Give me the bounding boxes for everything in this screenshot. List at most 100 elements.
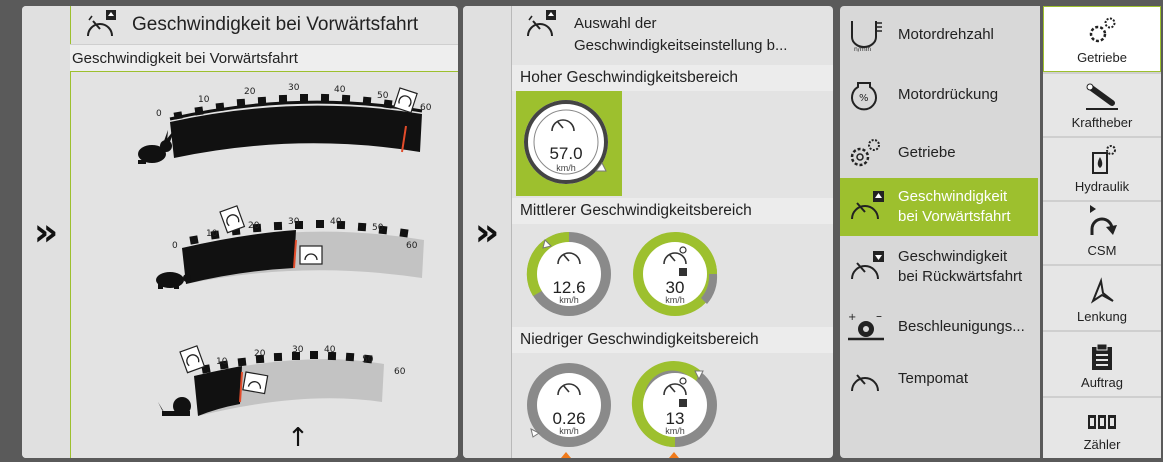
tab-getriebe[interactable]: Getriebe [1043,6,1161,72]
menu-item-tempomat[interactable]: Tempomat [840,350,1038,408]
forward-speed-icon [527,10,556,37]
svg-text:20: 20 [248,221,260,231]
dial-medium-min[interactable]: 12.6 km/h [523,228,615,320]
svg-text:10: 10 [206,229,218,239]
dial-unit: km/h [665,295,685,305]
page-title: Geschwindigkeit bei Vorwärtsfahrt [132,14,419,35]
double-chevron-icon: » [474,210,500,254]
svg-text:0: 0 [172,241,178,251]
svg-text:+: + [848,312,856,323]
svg-text:30: 30 [288,83,300,93]
rabbit-icon [138,130,174,164]
function-menu: n/min Motordrehzahl % Motordrückung Getr… [840,6,1040,458]
tab-zaehler[interactable]: Zähler [1043,398,1161,458]
menu-label: Motordrehzahl [898,26,994,43]
tab-label: Hydraulik [1074,179,1130,194]
menu-item-getriebe[interactable]: Getriebe [840,124,1038,182]
engine-load-icon: % [851,82,877,111]
tab-label: CSM [1087,243,1117,258]
dial-value: 57.0 [549,144,583,163]
hitch-icon [1086,83,1118,110]
svg-text:10: 10 [198,95,210,105]
selection-header: Auswahl der Geschwindigkeitseinstellung … [512,6,833,64]
tab-csm[interactable]: CSM [1043,202,1161,264]
menu-label: Motordrückung [898,86,999,103]
section-high-range: Hoher Geschwindigkeitsbereich [512,65,833,91]
forward-speed-icon [851,191,884,220]
svg-text:%: % [859,93,869,104]
svg-text:40: 40 [334,85,346,95]
svg-text:40: 40 [324,345,336,355]
dial-unit: km/h [559,426,579,436]
turtle-icon [156,272,191,289]
dial-high-speed[interactable]: 57.0 km/h [516,91,622,196]
expand-left-button[interactable]: » [22,6,70,458]
tab-lenkung[interactable]: Lenkung [1043,266,1161,330]
dial-low-max[interactable]: 13 km/h [629,359,721,451]
menu-item-motordrehzahl[interactable]: n/min Motordrehzahl [840,6,1038,64]
pointer-marker-icon [561,452,571,458]
double-chevron-icon: » [33,210,59,254]
reverse-speed-icon [851,251,884,280]
svg-text:50: 50 [377,91,389,101]
selection-title-line2: Geschwindigkeitseinstellung b... [574,37,788,54]
dial-unit: km/h [559,295,579,305]
svg-text:60: 60 [406,241,418,251]
menu-label-line2: bei Vorwärtsfahrt [898,208,1011,225]
gauge-medium-range[interactable]: 0 10 20 30 40 50 60 [156,205,424,289]
tab-kraftheber[interactable]: Kraftheber [1043,74,1161,136]
gears-icon [1089,17,1116,43]
csm-icon [1090,205,1117,235]
panel-header: Geschwindigkeit bei Vorwärtsfahrt [70,6,458,45]
sub-title: Geschwindigkeit bei Vorwärtsfahrt [72,49,298,67]
menu-label: Geschwindigkeit [898,248,1008,265]
svg-text:50: 50 [372,223,384,233]
tab-hydraulik[interactable]: Hydraulik [1043,138,1161,200]
svg-text:10: 10 [216,357,228,367]
svg-text:20: 20 [254,349,266,359]
counter-icon [1088,415,1116,429]
svg-text:60: 60 [420,103,432,113]
snail-icon [158,397,191,416]
menu-item-rueckwaertsfahrt[interactable]: Geschwindigkeit bei Rückwärtsfahrt [840,238,1038,296]
dial-medium-max[interactable]: 30 km/h [629,228,721,320]
svg-text:20: 20 [244,87,256,97]
menu-item-vorwaertsfahrt[interactable]: Geschwindigkeit bei Vorwärtsfahrt [840,178,1038,236]
menu-label: Geschwindigkeit [898,188,1008,205]
speed-tag-icon [299,245,323,265]
speed-tag-icon [219,205,246,234]
dial-unit: km/h [556,163,576,173]
steering-icon [1090,277,1114,304]
dial-unit: km/h [665,426,685,436]
svg-text:40: 40 [330,217,342,227]
cruise-control-icon [851,374,879,392]
clipboard-icon [1092,343,1112,370]
menu-label: Getriebe [898,144,956,161]
expand-middle-button[interactable]: » [463,6,511,458]
menu-label: Beschleunigungs... [898,318,1025,335]
svg-text:0: 0 [156,109,162,119]
menu-item-beschleunigung[interactable]: + – Beschleunigungs... [840,298,1038,356]
hydraulics-icon [1092,145,1116,174]
speed-range-panel: » Auswahl der Geschwindigkeitseinstellun… [463,6,833,458]
svg-text:60: 60 [394,367,406,377]
tab-label: Lenkung [1077,309,1127,324]
speed-tag-icon [242,371,269,395]
svg-text:30: 30 [292,345,304,355]
svg-text:–: – [876,311,882,323]
gauge-low-range[interactable]: 10 20 30 40 50 60 [158,345,406,416]
tab-auftrag[interactable]: Auftrag [1043,332,1161,396]
svg-text:30: 30 [288,217,300,227]
gears-icon [850,139,880,167]
menu-label-line2: bei Rückwärtsfahrt [898,268,1023,285]
gauge-high-range[interactable]: 0 10 20 30 40 50 60 [138,83,432,164]
svg-text:n/min: n/min [854,46,871,53]
dial-low-min[interactable]: 0.26 km/h [523,359,615,451]
tab-label: Zähler [1083,437,1121,452]
sub-header: Geschwindigkeit bei Vorwärtsfahrt [70,45,458,72]
tab-label: Getriebe [1077,50,1127,65]
menu-label: Tempomat [898,370,969,387]
tab-label: Auftrag [1081,375,1123,390]
menu-item-motordrueckung[interactable]: % Motordrückung [840,66,1038,124]
up-arrow-icon[interactable]: ↑ [287,423,309,453]
